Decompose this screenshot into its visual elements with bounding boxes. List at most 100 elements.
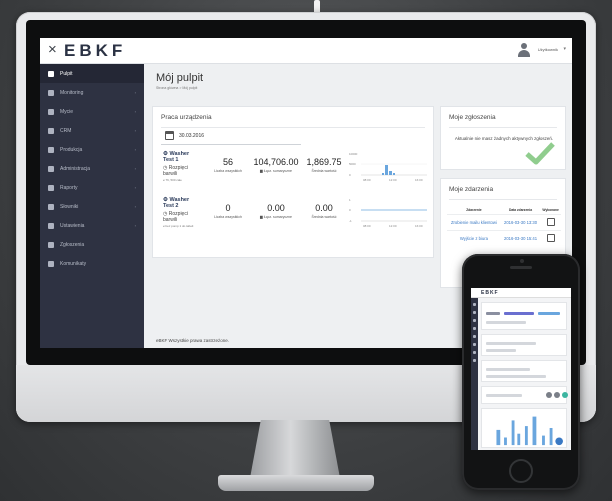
sidebar-item-mycie[interactable]: Mycie › [40, 102, 144, 121]
phone-chart-bar [511, 420, 515, 446]
sidebar-item-crm[interactable]: CRM › [40, 121, 144, 140]
sidebar-item-produkcja[interactable]: Produkcja › [40, 140, 144, 159]
device-1-chart: 10000 5000 0 08:00 12:00 16:00 [349, 152, 427, 182]
sidebar-item-raporty[interactable]: Raporty › [40, 178, 144, 197]
phone-home-button[interactable] [509, 459, 533, 483]
close-menu-icon[interactable]: × [48, 42, 57, 58]
phone-sidebar [471, 298, 478, 450]
done-cell [540, 230, 561, 247]
phone-bar [486, 342, 536, 345]
stat-avg-label: Średnia wartość [311, 215, 337, 219]
phone-chart-bar [532, 416, 537, 446]
chart-x-tick: 12:00 [389, 178, 397, 182]
device-name[interactable]: ⚙ Washer Test 2 [163, 197, 189, 209]
phone-button[interactable] [546, 392, 552, 398]
phone-card [481, 360, 567, 382]
done-checkbox[interactable] [546, 217, 555, 226]
sidebar: Pulpit Monitoring › Mycie › CRM › Produk… [40, 64, 144, 348]
stat-count-value: 56 [222, 157, 233, 167]
report-icon [48, 184, 54, 191]
device-name-line2: Test 1 [163, 157, 179, 163]
page-title: Mój pulpit [156, 72, 204, 84]
user-menu-chevron-icon[interactable]: ▾ [563, 46, 566, 52]
divider [449, 199, 557, 200]
message-icon [48, 260, 54, 267]
date-input[interactable]: 30.03.2016 [179, 133, 204, 139]
phone-card [481, 334, 567, 356]
footer-copyright: eBKF Wszystkie prawa zastrzeżone. [156, 338, 230, 343]
phone-app-logo[interactable]: EBKF [481, 290, 499, 296]
device-work-card: Praca urządzenia 30.03.2016 ⚙ Washer Tes… [152, 106, 434, 258]
sidebar-item-komunikaty[interactable]: Komunikaty [40, 254, 144, 273]
phone-nav-icon[interactable] [473, 303, 476, 306]
column-header[interactable]: Zdarzenie [447, 207, 501, 214]
phone-chart [481, 408, 567, 448]
chevron-right-icon: › [134, 90, 136, 95]
monitor-icon [48, 165, 54, 172]
phone-card [481, 302, 567, 330]
event-link[interactable]: Zrobienie mailu klientowi [447, 213, 501, 231]
phone-nav-icon[interactable] [473, 319, 476, 322]
phone-nav-icon[interactable] [473, 359, 476, 362]
phone-button[interactable] [554, 392, 560, 398]
handshake-icon [48, 127, 54, 134]
stat-count-value: 0 [225, 203, 231, 213]
sidebar-item-pulpit[interactable]: Pulpit [40, 64, 144, 83]
chart-x-tick: 08:00 [363, 224, 371, 228]
sidebar-item-label: Raporty [60, 184, 78, 191]
sidebar-item-label: Komunikaty [60, 260, 87, 267]
chart-bar [385, 165, 388, 175]
checkmark-icon [525, 142, 555, 165]
phone-bar [504, 312, 534, 315]
device-status: ◷ Rozpięci barwili [163, 165, 188, 177]
device-status-line2: barwili [163, 217, 178, 223]
phone-speaker [510, 266, 532, 269]
phone-chart-bar [549, 428, 553, 446]
phone-fab-button[interactable] [555, 437, 563, 446]
done-checkbox[interactable] [546, 234, 555, 242]
calendar-icon[interactable] [165, 131, 174, 140]
my-tasks-card: Moje zgłoszenia Aktualnie nie masz żadny… [440, 106, 566, 170]
breadcrumb[interactable]: Strona główna > Mój pulpit [156, 86, 197, 90]
column-header[interactable]: Wykonane [540, 207, 561, 214]
sidebar-item-ustawienia[interactable]: Ustawienia › [40, 216, 144, 235]
user-avatar-icon[interactable] [518, 43, 530, 57]
sidebar-item-label: Administracja [60, 165, 91, 172]
chevron-right-icon: › [134, 147, 136, 152]
sidebar-item-slowniki[interactable]: Słowniki › [40, 197, 144, 216]
phone-nav-icon[interactable] [473, 327, 476, 330]
phone-bar [486, 312, 500, 315]
stat-sum-value: 0.00 [267, 203, 285, 213]
phone-card [481, 386, 568, 404]
phone-bar [486, 349, 516, 352]
chevron-right-icon: › [134, 109, 136, 114]
phone-nav-icon[interactable] [473, 311, 476, 314]
monitor-stand-base [218, 475, 374, 491]
top-bar: × EBKF Użytkownik ▾ [40, 38, 572, 64]
sidebar-item-zgloszenia[interactable]: Zgłoszenia [40, 235, 144, 254]
divider [161, 144, 301, 145]
phone-nav-icon[interactable] [473, 343, 476, 346]
phone-button[interactable] [562, 392, 568, 398]
divider [449, 127, 557, 128]
user-name[interactable]: Użytkownik [538, 47, 558, 52]
phone-nav-icon[interactable] [473, 335, 476, 338]
phone-chart-bar [517, 433, 521, 446]
sidebar-item-monitoring[interactable]: Monitoring › [40, 83, 144, 102]
app-logo[interactable]: EBKF [64, 41, 126, 61]
sidebar-item-label: Produkcja [60, 146, 83, 153]
chart-y-tick: 5000 [349, 162, 356, 166]
column-header[interactable]: Data zdarzenia [501, 207, 540, 214]
event-link[interactable]: Wyjście z biura [447, 230, 501, 247]
chart-y-tick: 1 [349, 198, 351, 202]
sidebar-item-administracja[interactable]: Administracja › [40, 159, 144, 178]
phone-bar [486, 368, 530, 371]
device-name[interactable]: ⚙ Washer Test 1 [163, 151, 189, 163]
stat-sum-label-text: Łącz. sumaryczne [263, 215, 292, 219]
phone-bar [486, 394, 522, 397]
table-row: Zrobienie mailu klientowi 2016-03-30 13:… [447, 213, 561, 231]
phone-chart-bar [496, 429, 501, 446]
phone-nav-icon[interactable] [473, 351, 476, 354]
phone-bar [486, 375, 546, 378]
event-date: 2016-03-30 15:41 [500, 230, 541, 247]
